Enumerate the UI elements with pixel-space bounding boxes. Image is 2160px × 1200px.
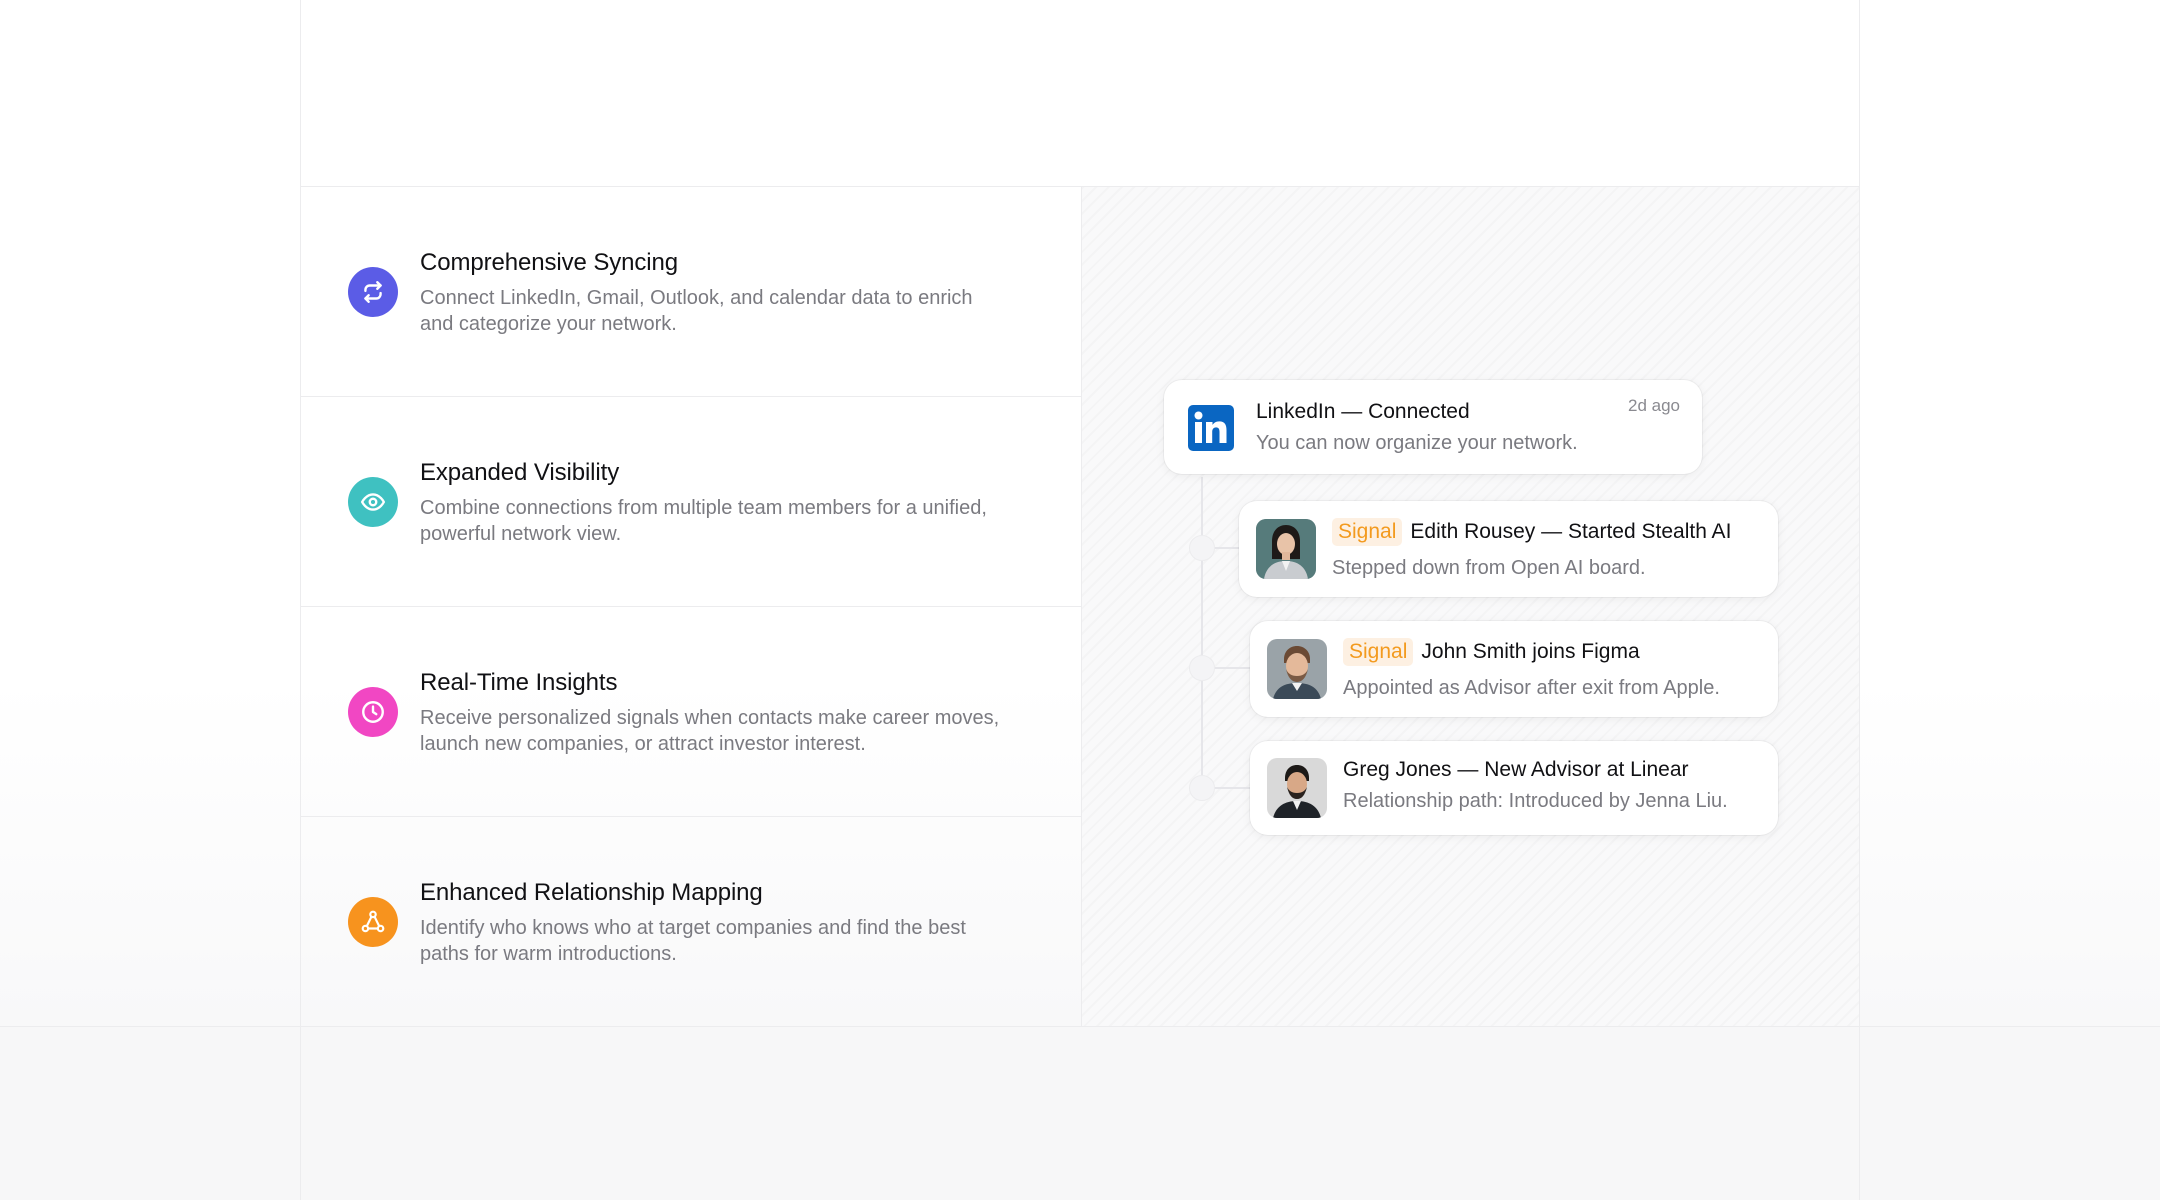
feature-description: Combine connections from multiple team m… bbox=[420, 497, 987, 545]
feature-title: Real-Time Insights bbox=[420, 669, 618, 696]
linkedin-icon bbox=[1188, 405, 1234, 451]
notification-title-text: John Smith joins Figma bbox=[1421, 640, 1640, 663]
feature-expanded-visibility: Expanded Visibility Combine connections … bbox=[300, 397, 1081, 607]
notification-time: 2d ago bbox=[1628, 396, 1680, 415]
notification-subtitle: You can now organize your network. bbox=[1256, 432, 1578, 454]
signal-badge: Signal bbox=[1332, 518, 1403, 546]
notification-subtitle: Relationship path: Introduced by Jenna L… bbox=[1343, 790, 1728, 812]
signal-card-edith-rousey[interactable]: Signal Edith Rousey — Started Stealth AI … bbox=[1239, 501, 1778, 597]
advisor-card-greg-jones[interactable]: Greg Jones — New Advisor at Linear Relat… bbox=[1250, 741, 1778, 835]
sync-icon bbox=[348, 267, 398, 317]
avatar bbox=[1267, 639, 1327, 699]
timeline-dot bbox=[1189, 655, 1215, 681]
notification-subtitle: Stepped down from Open AI board. bbox=[1332, 557, 1646, 579]
notification-title: Signal Edith Rousey — Started Stealth AI bbox=[1332, 518, 1731, 546]
eye-icon bbox=[348, 477, 398, 527]
notification-title: LinkedIn — Connected bbox=[1256, 400, 1470, 423]
feature-list: Comprehensive Syncing Connect LinkedIn, … bbox=[300, 187, 1081, 1027]
signal-card-john-smith[interactable]: Signal John Smith joins Figma Appointed a… bbox=[1250, 621, 1778, 717]
feature-description: Receive personalized signals when contac… bbox=[420, 707, 1000, 755]
notification-title-text: Edith Rousey — Started Stealth AI bbox=[1410, 520, 1732, 543]
notification-title: Greg Jones — New Advisor at Linear bbox=[1343, 758, 1689, 781]
feature-comprehensive-syncing: Comprehensive Syncing Connect LinkedIn, … bbox=[300, 187, 1081, 397]
timeline-dot bbox=[1189, 535, 1215, 561]
grid-line-right bbox=[1859, 0, 1860, 1200]
feature-description: Connect LinkedIn, Gmail, Outlook, and ca… bbox=[420, 287, 973, 335]
feature-real-time-insights: Real-Time Insights Receive personalized … bbox=[300, 607, 1081, 817]
notification-title: Signal John Smith joins Figma bbox=[1343, 638, 1640, 666]
feature-description: Identify who knows who at target compani… bbox=[420, 917, 966, 965]
signal-badge: Signal bbox=[1343, 638, 1414, 666]
feature-title: Comprehensive Syncing bbox=[420, 249, 679, 276]
feature-title: Enhanced Relationship Mapping bbox=[420, 879, 763, 906]
clock-icon bbox=[348, 687, 398, 737]
feature-title: Expanded Visibility bbox=[420, 459, 620, 486]
network-icon bbox=[348, 897, 398, 947]
timeline-dot bbox=[1189, 775, 1215, 801]
avatar bbox=[1267, 758, 1327, 818]
linkedin-connected-card[interactable]: LinkedIn — Connected You can now organiz… bbox=[1164, 380, 1702, 474]
avatar bbox=[1256, 519, 1316, 579]
notification-panel: LinkedIn — Connected You can now organiz… bbox=[1081, 187, 1859, 1026]
timeline-connector bbox=[1201, 477, 1203, 789]
notification-subtitle: Appointed as Advisor after exit from App… bbox=[1343, 677, 1720, 699]
page-background-bottom bbox=[0, 1026, 2160, 1200]
feature-enhanced-relationship-mapping: Enhanced Relationship Mapping Identify w… bbox=[300, 817, 1081, 1027]
